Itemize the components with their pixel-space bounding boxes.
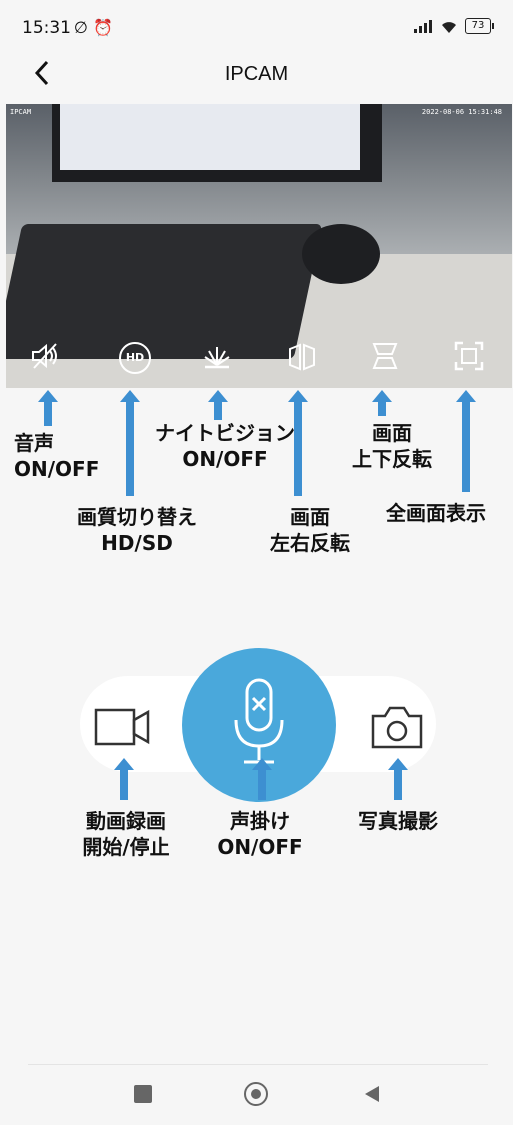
page-title: IPCAM — [224, 63, 289, 85]
camera-label: IPCAM — [10, 108, 32, 116]
recent-apps-button[interactable] — [134, 1085, 152, 1103]
annotation-arrow-night-vision — [208, 390, 228, 420]
annotation-sound: 音声 ON/OFF — [14, 430, 99, 482]
annotation-talk-line2: ON/OFF — [217, 835, 303, 859]
home-button[interactable] — [244, 1082, 268, 1106]
video-record-icon[interactable] — [94, 706, 152, 748]
annotation-flip-line2: 上下反転 — [352, 447, 432, 471]
annotation-arrow-talk — [252, 758, 272, 800]
mirror-horizontal-icon[interactable] — [285, 339, 319, 373]
annotation-night-vision: ナイトビジョン ON/OFF — [150, 420, 300, 472]
annotation-arrow-sound — [38, 390, 58, 426]
alarm-icon: ⏰ — [93, 18, 113, 37]
status-time: 15:31 — [22, 18, 71, 38]
annotation-night-vision-line1: ナイトビジョン — [155, 421, 295, 445]
annotation-arrow-photo — [388, 758, 408, 800]
annotation-night-vision-line2: ON/OFF — [182, 447, 268, 471]
annotation-quality: 画質切り替え HD/SD — [62, 504, 212, 556]
annotation-flip-line1: 画面 — [372, 421, 412, 445]
annotation-arrow-record — [114, 758, 134, 800]
camera-photo-icon[interactable] — [370, 704, 424, 750]
battery-icon: 73 — [465, 18, 494, 34]
annotation-photo-line1: 写真撮影 — [358, 809, 438, 833]
annotation-photo: 写真撮影 — [336, 808, 460, 834]
annotation-fullscreen-line1: 全画面表示 — [386, 501, 486, 525]
hd-icon: HD — [119, 342, 151, 374]
fullscreen-icon[interactable] — [452, 339, 486, 373]
flip-vertical-icon[interactable] — [368, 339, 402, 373]
camera-video-feed[interactable]: IPCAM 2022-08-06 15:31:48 HD — [6, 104, 512, 388]
video-screen — [60, 104, 360, 170]
do-not-disturb-icon: ∅ — [74, 18, 88, 37]
annotation-mirror: 画面 左右反転 — [262, 504, 358, 556]
annotation-mirror-line1: 画面 — [290, 505, 330, 529]
camera-timestamp: 2022-08-06 15:31:48 — [421, 108, 502, 116]
annotation-talk: 声掛け ON/OFF — [198, 808, 322, 860]
annotation-sound-line1: 音声 — [14, 431, 54, 455]
back-triangle-icon[interactable] — [362, 1084, 382, 1104]
annotation-sound-line2: ON/OFF — [14, 457, 100, 481]
quality-toggle-button[interactable]: HD — [116, 339, 151, 374]
signal-icon — [414, 20, 432, 33]
annotation-mirror-line2: 左右反転 — [270, 531, 350, 555]
nav-divider — [28, 1064, 488, 1065]
annotation-fullscreen: 全画面表示 — [368, 500, 504, 526]
annotation-quality-line1: 画質切り替え — [77, 505, 197, 529]
annotation-flip: 画面 上下反転 — [344, 420, 440, 472]
annotation-record: 動画録画 開始/停止 — [56, 808, 196, 860]
annotation-talk-line1: 声掛け — [230, 809, 290, 833]
sound-toggle-icon[interactable] — [28, 339, 62, 373]
night-vision-icon[interactable] — [200, 339, 234, 373]
status-right: 73 — [413, 18, 494, 34]
annotation-quality-line2: HD/SD — [101, 531, 173, 555]
wifi-icon — [442, 22, 456, 33]
annotation-arrow-fullscreen — [456, 390, 476, 492]
video-mouse — [302, 224, 380, 284]
home-dot-icon — [251, 1089, 261, 1099]
annotation-arrow-flip — [372, 390, 392, 416]
annotation-arrow-quality — [120, 390, 140, 496]
annotation-record-line1: 動画録画 — [86, 809, 166, 833]
status-icons: ∅ ⏰ — [74, 18, 113, 37]
annotation-record-line2: 開始/停止 — [82, 835, 170, 859]
